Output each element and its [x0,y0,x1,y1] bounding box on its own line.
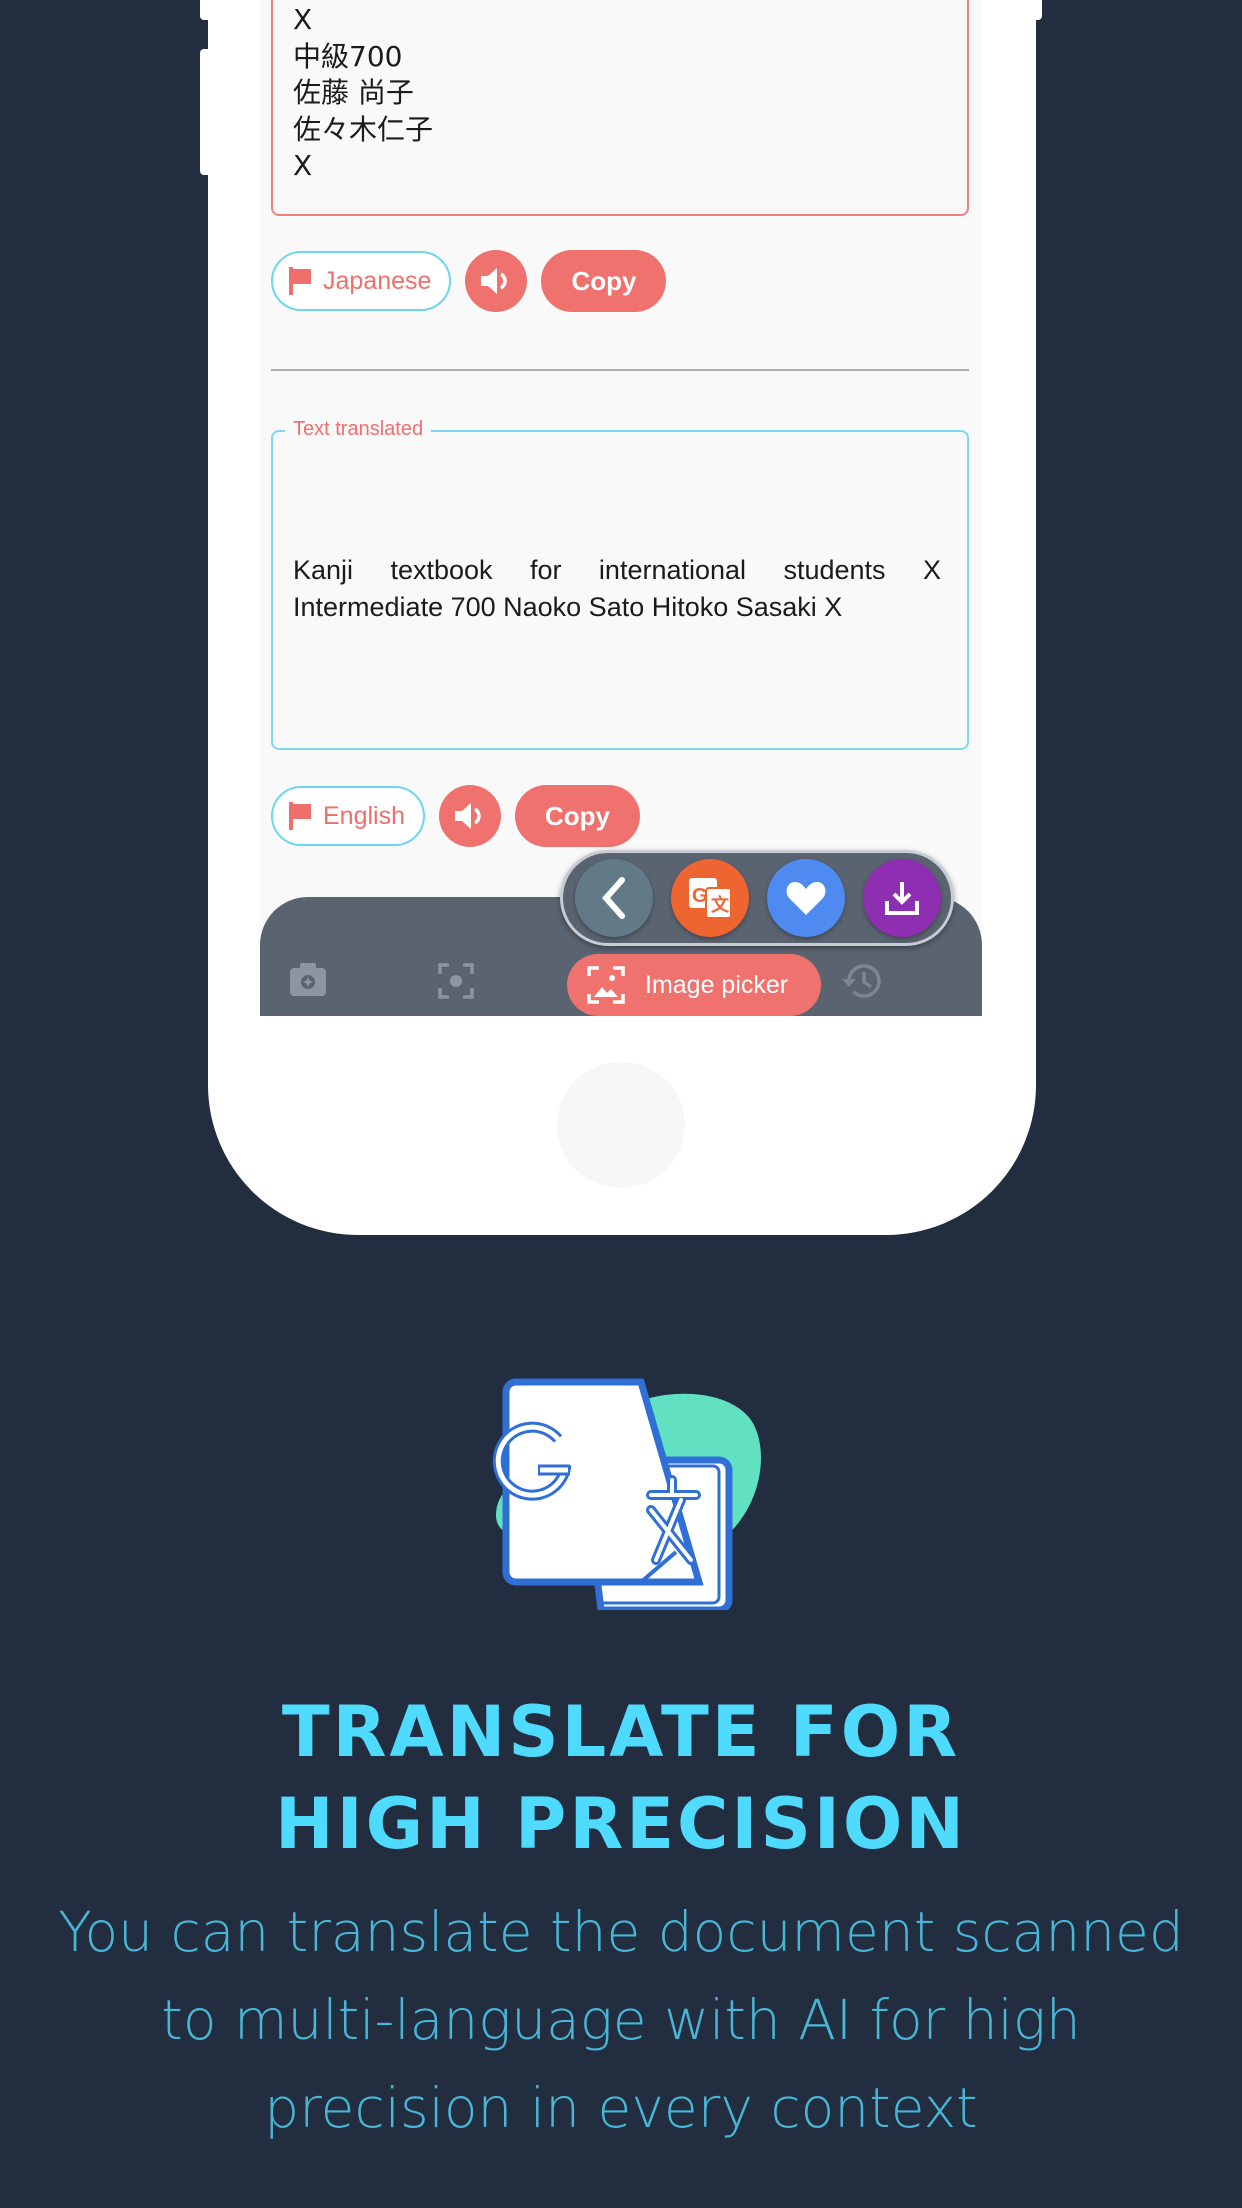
image-picker-label: Image picker [645,970,789,999]
speaker-icon [481,268,508,294]
target-language-button[interactable]: English [271,786,425,846]
target-language-label: English [323,801,405,830]
chevron-left-icon [601,877,625,919]
download-icon [885,882,919,915]
floating-action-group: G 文 [560,850,954,946]
app-screen: X 中級700 佐藤 尚子 佐々木仁子 X Japanese Copy Text… [260,0,982,1016]
flag-icon [287,802,313,830]
section-divider [271,369,969,371]
source-language-label: Japanese [323,266,432,295]
focus-scan-icon[interactable] [438,963,474,999]
download-button[interactable] [863,859,941,937]
target-speak-button[interactable] [439,785,501,847]
headline-line-1: TRANSLATE FOR [281,1691,961,1773]
headline-line-2: HIGH PRECISION [274,1783,968,1865]
source-text-box[interactable]: X 中級700 佐藤 尚子 佐々木仁子 X [271,0,969,216]
image-picker-button[interactable]: Image picker [567,954,821,1016]
image-picker-icon [587,966,625,1004]
source-copy-button[interactable]: Copy [541,250,667,312]
google-translate-icon: G 文 [689,878,732,919]
phone-home-button [557,1062,685,1188]
svg-text:文: 文 [711,894,730,916]
target-copy-button[interactable]: Copy [515,785,640,847]
heart-icon [786,882,826,915]
source-speak-button[interactable] [465,250,528,312]
translated-text-label: Text translated [285,418,432,441]
translated-text: Kanji textbook for international student… [293,555,941,622]
source-action-row: Japanese Copy [271,250,667,312]
source-text: X 中級700 佐藤 尚子 佐々木仁子 X [293,3,434,182]
favorite-button[interactable] [767,859,845,937]
feature-headline: TRANSLATE FOR HIGH PRECISION [0,1686,1242,1870]
camera-icon[interactable] [288,961,328,997]
svg-text:G: G [692,885,708,907]
history-icon[interactable] [840,961,882,1001]
source-language-button[interactable]: Japanese [271,251,452,311]
translate-feature-icon [492,1378,761,1610]
translated-text-box[interactable]: Text translated Kanji textbook for inter… [271,418,969,750]
speaker-icon [455,803,481,829]
feature-description: You can translate the document scanned t… [58,1900,1184,2140]
back-button[interactable] [575,859,653,937]
target-action-row: English Copy [271,785,640,847]
translate-button[interactable]: G 文 [671,859,749,937]
flag-icon [287,267,313,295]
